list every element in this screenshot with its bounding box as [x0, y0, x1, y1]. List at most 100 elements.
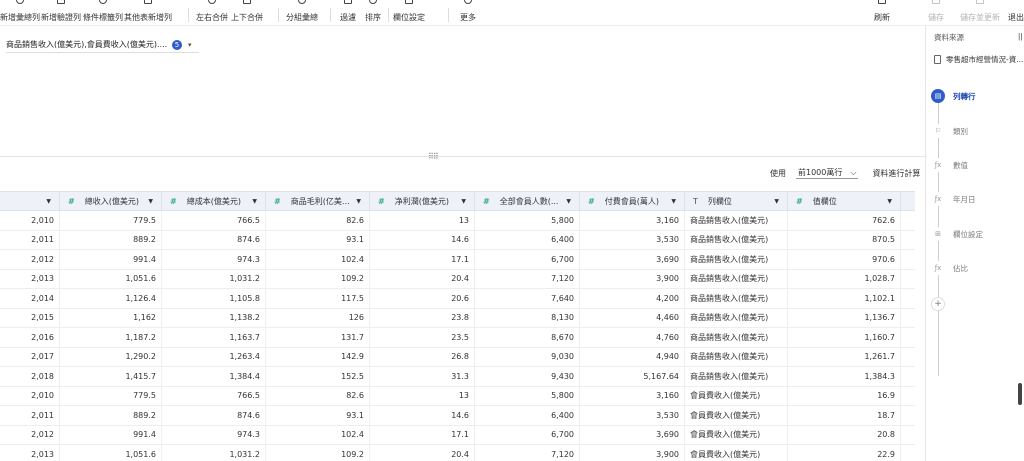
table-cell[interactable]: 3,900 [580, 269, 685, 288]
scrollbar-handle[interactable] [1018, 383, 1022, 405]
table-cell[interactable]: 974.3 [162, 425, 266, 444]
chevron-down-icon[interactable]: ▾ [188, 41, 192, 49]
table-cell[interactable]: 26.8 [370, 347, 475, 366]
group-summary-button[interactable]: 分組彙總 [286, 0, 318, 26]
add-summary-row-button[interactable]: 新增彙總列 [0, 0, 40, 26]
table-cell[interactable]: 5,800 [475, 386, 580, 405]
table-row[interactable]: 2,013 1,051.6 1,031.2 109.2 20.4 7,120 3,900 商品… [0, 269, 915, 289]
conditional-tag-row-button[interactable]: 條件標籤列 [83, 0, 123, 26]
sort-dropdown-icon[interactable]: ▼ [356, 198, 361, 205]
sort-dropdown-icon[interactable]: ▼ [46, 198, 51, 205]
column-header[interactable]: T 列欄位 ▼ [685, 192, 788, 210]
add-step-icon[interactable]: + [931, 297, 945, 311]
table-cell[interactable]: 20.4 [370, 269, 475, 288]
table-cell[interactable]: 商品銷售收入(億美元) [685, 250, 788, 269]
table-row[interactable]: 2,018 1,415.7 1,384.4 152.5 31.3 9,430 5,167.6… [0, 367, 915, 387]
step-item[interactable]: ƒx 佔比 [931, 260, 968, 276]
table-cell[interactable]: 6,700 [475, 250, 580, 269]
column-header[interactable]: # 總成本(億美元) ▼ [162, 192, 266, 210]
sort-dropdown-icon[interactable]: ▼ [461, 198, 466, 205]
sort-dropdown-icon[interactable]: ▼ [252, 198, 257, 205]
sort-dropdown-icon[interactable]: ▼ [887, 198, 892, 205]
table-cell[interactable]: 4,760 [580, 328, 685, 347]
table-cell[interactable]: 779.5 [60, 211, 162, 230]
table-cell[interactable]: 會員費收入(億美元) [685, 425, 788, 444]
table-cell[interactable]: 2,017 [0, 347, 60, 366]
table-cell[interactable]: 3,530 [580, 406, 685, 425]
table-cell[interactable]: 3,690 [580, 425, 685, 444]
calc-data-button[interactable]: 資料進行計算 [872, 168, 920, 179]
step-item[interactable]: ⚐ 類別 [931, 123, 968, 139]
table-cell[interactable]: 1,031.2 [162, 269, 266, 288]
table-cell[interactable]: 1,031.2 [162, 445, 266, 461]
table-cell[interactable]: 6,700 [475, 425, 580, 444]
pane-splitter[interactable] [0, 156, 925, 157]
table-cell[interactable]: 會員費收入(億美元) [685, 445, 788, 461]
drag-handle-icon[interactable]: ⠿⠿ [428, 152, 439, 161]
table-cell[interactable]: 874.6 [162, 406, 266, 425]
table-cell[interactable]: 會員費收入(億美元) [685, 406, 788, 425]
save-button[interactable]: 儲存 [928, 0, 944, 26]
step-item[interactable]: ƒx 數值 [931, 157, 968, 173]
table-cell[interactable]: 779.5 [60, 386, 162, 405]
table-row[interactable]: 2,011 889.2 874.6 93.1 14.6 6,400 3,530 商品銷售收入(… [0, 230, 915, 250]
table-cell[interactable]: 1,162 [60, 308, 162, 327]
table-cell[interactable]: 17.1 [370, 250, 475, 269]
table-row[interactable]: 2,015 1,162 1,138.2 126 23.8 8,130 4,460 商品銷售收入… [0, 308, 915, 328]
table-row[interactable]: 2,014 1,126.4 1,105.8 117.5 20.6 7,640 4,200 商品… [0, 289, 915, 309]
table-cell[interactable]: 102.4 [266, 250, 370, 269]
table-cell[interactable]: 4,940 [580, 347, 685, 366]
table-cell[interactable]: 1,384.4 [162, 367, 266, 386]
table-cell[interactable]: 2,018 [0, 367, 60, 386]
save-and-update-button[interactable]: 儲存並更新 [960, 0, 1000, 26]
table-cell[interactable]: 16.9 [788, 386, 901, 405]
table-cell[interactable]: 2,012 [0, 250, 60, 269]
table-cell[interactable]: 970.6 [788, 250, 901, 269]
table-cell[interactable]: 23.5 [370, 328, 475, 347]
table-row[interactable]: 2,011 889.2 874.6 93.1 14.6 6,400 3,530 會員費收入(億… [0, 406, 915, 426]
column-header[interactable]: # 值欄位 ▼ [788, 192, 901, 210]
table-cell[interactable]: 131.7 [266, 328, 370, 347]
table-cell[interactable]: 82.6 [266, 386, 370, 405]
row-limit-select[interactable]: 前1000萬行 ⌵ [796, 167, 859, 179]
more-button[interactable]: 更多 [460, 0, 476, 26]
step-item[interactable]: ƒx 年月日 [931, 191, 976, 207]
table-cell[interactable]: 3,160 [580, 211, 685, 230]
table-cell[interactable]: 3,690 [580, 250, 685, 269]
table-cell[interactable]: 142.9 [266, 347, 370, 366]
table-cell[interactable]: 889.2 [60, 230, 162, 249]
sort-dropdown-icon[interactable]: ▼ [148, 198, 153, 205]
table-cell[interactable]: 商品銷售收入(億美元) [685, 367, 788, 386]
table-cell[interactable]: 6,400 [475, 406, 580, 425]
table-cell[interactable]: 93.1 [266, 230, 370, 249]
table-cell[interactable]: 22.9 [788, 445, 901, 461]
table-cell[interactable]: 20.4 [370, 445, 475, 461]
table-row[interactable]: 2,016 1,187.2 1,163.7 131.7 23.5 8,670 4,760 商品… [0, 328, 915, 348]
table-cell[interactable]: 9,030 [475, 347, 580, 366]
table-cell[interactable]: 974.3 [162, 250, 266, 269]
table-cell[interactable]: 870.5 [788, 230, 901, 249]
table-cell[interactable]: 2,010 [0, 211, 60, 230]
table-cell[interactable]: 8,670 [475, 328, 580, 347]
table-cell[interactable]: 商品銷售收入(億美元) [685, 269, 788, 288]
table-cell[interactable]: 152.5 [266, 367, 370, 386]
column-header[interactable]: # 付費會員(萬人) ▼ [580, 192, 685, 210]
table-cell[interactable]: 13 [370, 211, 475, 230]
step-item[interactable]: ▤ 列轉行 [931, 88, 976, 104]
column-header[interactable]: # 全部會員人數(... ▼ [475, 192, 580, 210]
table-cell[interactable]: 1,160.7 [788, 328, 901, 347]
table-cell[interactable]: 991.4 [60, 250, 162, 269]
table-cell[interactable]: 20.8 [788, 425, 901, 444]
data-source-item[interactable]: 零售超市經營情況-資... [934, 54, 1024, 65]
table-cell[interactable]: 4,460 [580, 308, 685, 327]
merge-top-bottom-button[interactable]: 上下合併 [231, 0, 263, 26]
table-cell[interactable]: 商品銷售收入(億美元) [685, 328, 788, 347]
table-cell[interactable]: 商品銷售收入(億美元) [685, 347, 788, 366]
table-cell[interactable]: 17.1 [370, 425, 475, 444]
table-cell[interactable]: 1,051.6 [60, 269, 162, 288]
table-cell[interactable]: 13 [370, 386, 475, 405]
table-cell[interactable]: 1,051.6 [60, 445, 162, 461]
table-cell[interactable]: 2,012 [0, 425, 60, 444]
table-cell[interactable]: 874.6 [162, 230, 266, 249]
table-cell[interactable]: 3,160 [580, 386, 685, 405]
